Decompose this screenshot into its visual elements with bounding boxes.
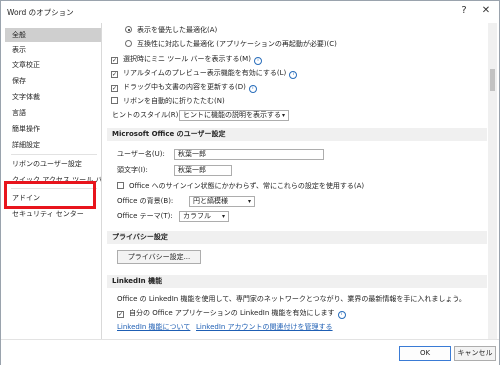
checkbox-checked-icon: ✓ [111, 71, 118, 78]
help-button[interactable]: ? [455, 3, 473, 19]
info-icon[interactable]: i [253, 57, 262, 65]
checkbox-update-drag[interactable]: ✓ ドラッグ中も文書の内容を更新する(D) i [111, 81, 257, 93]
linkedin-description: Office の LinkedIn 機能を使用して、専門家のネットワークとつなが… [117, 295, 466, 303]
linkedin-manage-link[interactable]: LinkedIn アカウントの関連付けを管理する [196, 321, 333, 333]
username-field[interactable]: 秋葉一郎 [174, 149, 324, 160]
info-icon[interactable]: i [289, 71, 298, 79]
sidebar-item-save[interactable]: 保存 [5, 74, 101, 88]
checkbox-unchecked-icon [111, 97, 118, 104]
ok-button[interactable]: OK [399, 346, 451, 361]
dialog-footer: OK キャンセル [1, 339, 499, 365]
title-bar: Word のオプション ? ✕ [1, 1, 499, 23]
tooltip-style-dropdown[interactable]: ヒントに機能の説明を表示する ▾ [179, 110, 289, 121]
radio-compat-optimize[interactable]: 互換性に対応した最適化 (アプリケーションの再起動が必要)(C) [125, 38, 337, 50]
username-label: ユーザー名(U): [117, 150, 165, 158]
sidebar-item-trust-center[interactable]: セキュリティ センター [5, 207, 101, 221]
sidebar-item-accessibility[interactable]: 簡単操作 [5, 122, 101, 136]
sidebar-divider [11, 154, 97, 155]
checkbox-always-use[interactable]: Office へのサインイン状態にかかわらず、常にこれらの設定を使用する(A) [117, 180, 364, 192]
info-icon[interactable]: i [337, 311, 346, 319]
checkbox-linkedin-enable[interactable]: ✓ 自分の Office アプリケーションの LinkedIn 機能を有効にします… [117, 307, 346, 319]
chevron-down-icon: ▾ [221, 213, 225, 220]
privacy-settings-button[interactable]: プライバシー設定... [117, 250, 201, 264]
section-header-privacy: プライバシー設定 [107, 231, 487, 244]
sidebar-item-advanced[interactable]: 詳細設定 [5, 138, 101, 152]
checkbox-checked-icon: ✓ [111, 85, 118, 92]
cancel-button[interactable]: キャンセル [454, 346, 496, 361]
tooltip-style-label: ヒントのスタイル(R): [112, 111, 181, 119]
radio-display-optimize[interactable]: 表示を優先した最適化(A) [125, 24, 217, 36]
sidebar-item-typography[interactable]: 文字体裁 [5, 90, 101, 104]
checkbox-unchecked-icon [117, 182, 124, 189]
sidebar-item-general[interactable]: 全般 [5, 28, 101, 42]
add-ins-highlight-box [4, 181, 96, 209]
section-header-linkedin: LinkedIn 機能 [107, 275, 487, 288]
sidebar-item-customize-ribbon[interactable]: リボンのユーザー設定 [5, 157, 101, 171]
radio-empty-icon [125, 40, 132, 47]
initials-field[interactable]: 秋葉一郎 [174, 165, 232, 176]
options-dialog: Word のオプション ? ✕ 全般 表示 文章校正 保存 文字体裁 言語 簡単… [0, 0, 500, 365]
office-background-label: Office の背景(B): [117, 197, 174, 205]
sidebar-item-display[interactable]: 表示 [5, 43, 101, 57]
close-button[interactable]: ✕ [477, 3, 495, 19]
checkbox-checked-icon: ✓ [117, 311, 124, 318]
info-icon[interactable]: i [248, 85, 257, 93]
chevron-down-icon: ▾ [247, 198, 251, 205]
checkbox-collapse-ribbon[interactable]: リボンを自動的に折りたたむ(N) [111, 95, 225, 107]
office-background-dropdown[interactable]: 円と縞模様 ▾ [189, 196, 255, 207]
radio-selected-icon [125, 26, 132, 33]
scrollbar-thumb[interactable] [490, 69, 495, 91]
window-title: Word のオプション [7, 8, 74, 17]
sidebar-item-language[interactable]: 言語 [5, 106, 101, 120]
checkbox-live-preview[interactable]: ✓ リアルタイムのプレビュー表示機能を有効にする(L) i [111, 67, 298, 79]
sidebar-item-proofing[interactable]: 文章校正 [5, 58, 101, 72]
chevron-down-icon: ▾ [281, 112, 285, 119]
section-header-personalize: Microsoft Office のユーザー設定 [107, 128, 487, 141]
initials-label: 頭文字(I): [117, 166, 148, 174]
options-content: 表示を優先した最適化(A) 互換性に対応した最適化 (アプリケーションの再起動が… [107, 23, 487, 339]
linkedin-about-link[interactable]: LinkedIn 機能について [117, 321, 190, 333]
office-theme-dropdown[interactable]: カラフル ▾ [179, 211, 229, 222]
vertical-scrollbar[interactable] [488, 23, 497, 339]
checkbox-checked-icon: ✓ [111, 57, 118, 64]
checkbox-mini-toolbar[interactable]: ✓ 選択時にミニ ツール バーを表示する(M) i [111, 53, 262, 65]
office-theme-label: Office テーマ(T): [117, 212, 173, 220]
